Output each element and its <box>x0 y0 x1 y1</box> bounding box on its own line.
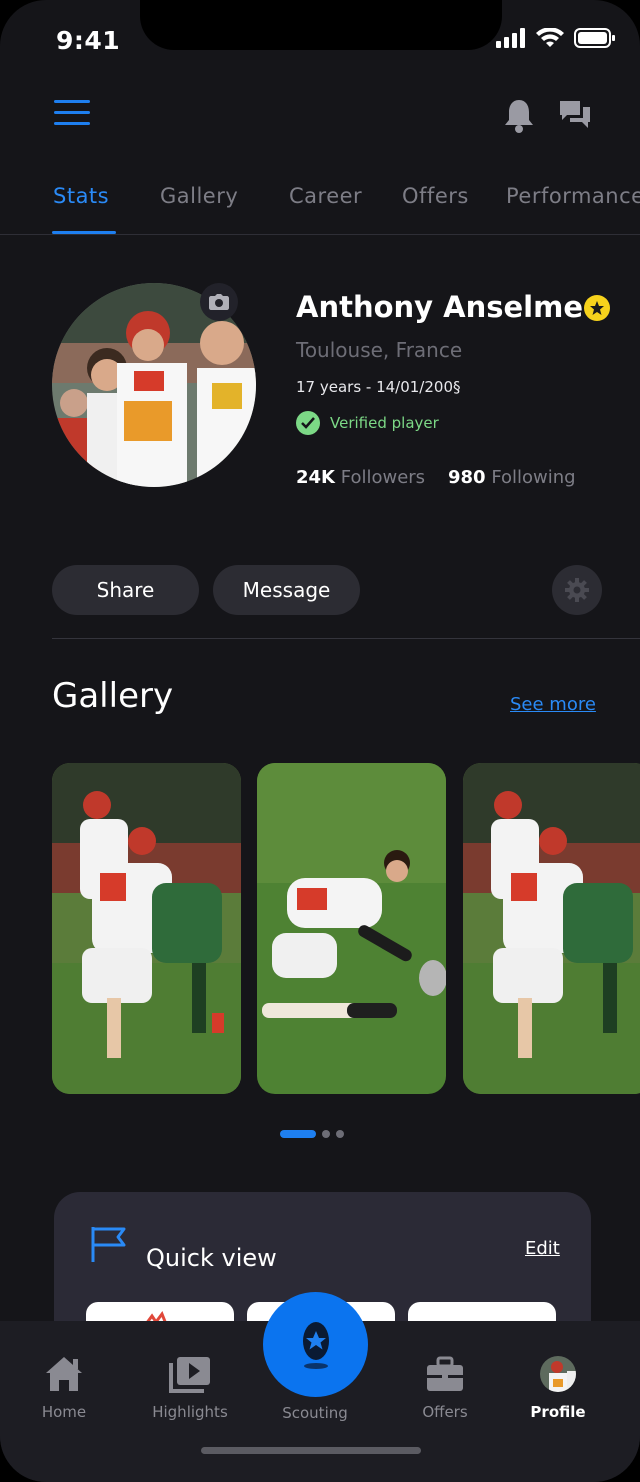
flag-icon <box>91 1227 126 1262</box>
verified-label: Verified player <box>330 414 439 432</box>
gallery-photo-image <box>52 763 241 1094</box>
nav-highlights-label: Highlights <box>152 1403 228 1421</box>
gallery-pager <box>280 1130 344 1138</box>
camera-icon <box>209 294 229 310</box>
tab-career[interactable]: Career <box>289 184 362 208</box>
star-icon <box>584 295 610 321</box>
briefcase-icon <box>427 1356 463 1391</box>
tab-offers[interactable]: Offers <box>402 184 469 208</box>
tab-gallery[interactable]: Gallery <box>160 184 238 208</box>
following-label: Following <box>491 467 576 488</box>
menu-icon[interactable] <box>54 100 90 128</box>
gallery-photo-image <box>257 763 446 1094</box>
check-icon <box>296 411 320 435</box>
active-tab-indicator <box>52 231 116 234</box>
home-indicator <box>201 1447 421 1454</box>
pager-dot[interactable] <box>336 1130 344 1138</box>
nav-home-label: Home <box>41 1403 87 1421</box>
nav-highlights[interactable]: Highlights <box>135 1355 245 1421</box>
profile-photo[interactable] <box>52 283 256 487</box>
pager-dot-active[interactable] <box>280 1130 316 1138</box>
nav-scouting-label[interactable]: Scouting <box>260 1404 370 1422</box>
settings-button[interactable] <box>552 565 602 615</box>
wifi-icon <box>536 28 564 47</box>
player-name: Anthony Anselme <box>296 290 584 324</box>
chat-icon[interactable] <box>558 98 592 132</box>
status-icons <box>496 28 616 48</box>
gallery-photo[interactable] <box>257 763 446 1094</box>
rugby-ball-icon <box>302 1321 329 1369</box>
message-button[interactable]: Message <box>213 565 360 615</box>
quick-view-title: Quick view <box>146 1244 277 1272</box>
tab-performance[interactable]: Performance <box>506 184 640 208</box>
followers-label: Followers <box>340 467 426 488</box>
scouting-button[interactable] <box>263 1292 368 1397</box>
player-age-dob: 17 years - 14/01/200§ <box>296 378 461 396</box>
gallery-title: Gallery <box>52 676 174 716</box>
highlights-icon <box>169 1357 210 1393</box>
nav-offers-label: Offers <box>422 1403 468 1421</box>
tab-stats[interactable]: Stats <box>53 184 109 208</box>
nav-profile-label: Profile <box>530 1403 586 1421</box>
followers-stat[interactable]: 24K Followers <box>296 467 425 488</box>
bell-icon[interactable] <box>503 98 535 134</box>
quick-view-edit-link[interactable]: Edit <box>525 1238 560 1259</box>
gallery-photo[interactable] <box>463 763 640 1094</box>
nav-profile[interactable]: Profile <box>503 1355 613 1421</box>
following-stat[interactable]: 980 Following <box>448 467 576 488</box>
nav-home[interactable]: Home <box>9 1355 119 1421</box>
gallery-photo[interactable] <box>52 763 241 1094</box>
status-time: 9:41 <box>56 26 121 55</box>
notch <box>140 0 502 50</box>
gallery-photo-image <box>463 763 640 1094</box>
avatar <box>540 1356 576 1392</box>
section-divider <box>52 638 640 639</box>
change-photo-button[interactable] <box>200 283 238 321</box>
share-button[interactable]: Share <box>52 565 199 615</box>
pager-dot[interactable] <box>322 1130 330 1138</box>
verified-badge: Verified player <box>296 411 439 435</box>
battery-icon <box>574 28 615 48</box>
following-count: 980 <box>448 467 486 488</box>
signal-icon <box>496 28 525 48</box>
nav-offers[interactable]: Offers <box>390 1355 500 1421</box>
profile-tabs: Stats Gallery Career Offers Performance <box>0 170 640 235</box>
home-icon <box>46 1357 82 1391</box>
followers-count: 24K <box>296 467 335 488</box>
profile-screen: 9:41 Stats Gallery Career Offers Perform… <box>0 0 640 1482</box>
gear-icon <box>565 578 589 602</box>
player-location: Toulouse, France <box>296 338 463 362</box>
see-more-link[interactable]: See more <box>510 694 596 715</box>
